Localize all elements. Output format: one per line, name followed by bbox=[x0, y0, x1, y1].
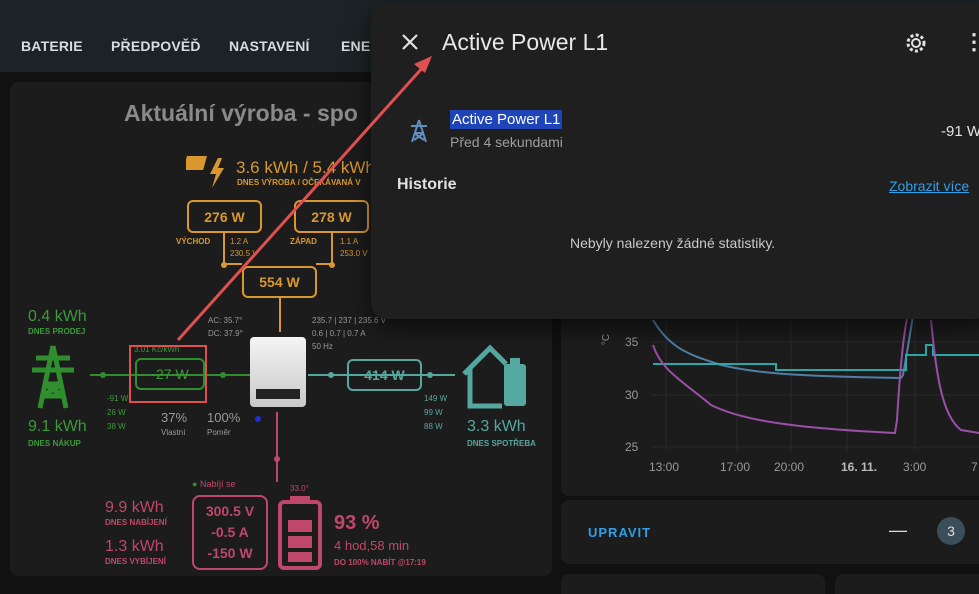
annotation-arrow bbox=[176, 56, 432, 342]
